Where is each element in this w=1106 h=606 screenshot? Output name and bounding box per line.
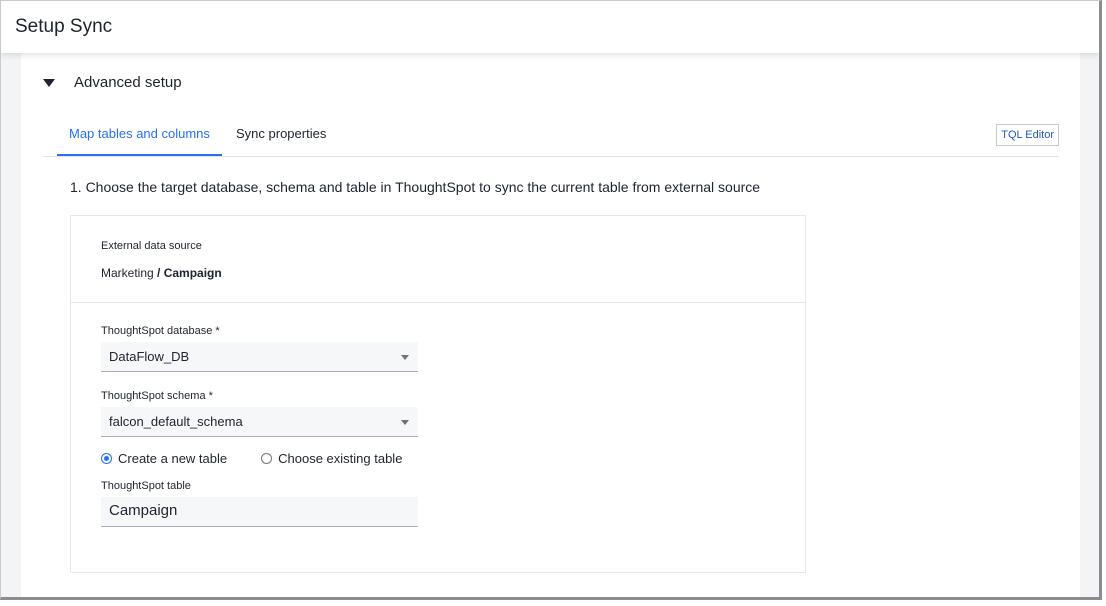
advanced-setup-toggle[interactable]: Advanced setup	[43, 74, 182, 91]
database-select[interactable]: DataFlow_DB	[101, 342, 418, 372]
step-instruction: 1. Choose the target database, schema an…	[70, 179, 761, 195]
page-title: Setup Sync	[15, 16, 113, 37]
source-database: Marketing	[101, 266, 154, 280]
schema-value: falcon_default_schema	[109, 414, 243, 429]
page-header: Setup Sync	[1, 1, 1099, 53]
source-table: Campaign	[163, 266, 222, 280]
content-panel: Advanced setup Map tables and columns Sy…	[21, 53, 1080, 597]
caret-down-icon	[43, 78, 55, 87]
source-label: External data source	[101, 240, 202, 252]
radio-label: Create a new table	[118, 451, 228, 466]
tql-editor-button[interactable]: TQL Editor	[996, 124, 1059, 146]
table-label: ThoughtSpot table	[101, 480, 191, 492]
tab-map-tables[interactable]: Map tables and columns	[57, 126, 222, 156]
radio-unchecked-icon	[261, 453, 273, 464]
radio-label: Choose existing table	[278, 451, 403, 466]
table-name-input[interactable]: Campaign	[101, 497, 418, 527]
window: Setup Sync Advanced setup Map tables and…	[0, 0, 1102, 600]
chevron-down-icon	[401, 420, 409, 425]
database-label: ThoughtSpot database *	[101, 325, 220, 337]
schema-select[interactable]: falcon_default_schema	[101, 407, 418, 437]
schema-label: ThoughtSpot schema *	[101, 390, 213, 402]
table-mode-radio-group: Create a new table Choose existing table	[101, 451, 775, 466]
chevron-down-icon	[401, 355, 409, 360]
radio-checked-icon	[101, 453, 112, 464]
source-value: Marketing / Campaign	[101, 266, 775, 280]
source-separator: /	[153, 266, 164, 280]
radio-create-new-table[interactable]: Create a new table	[101, 451, 227, 466]
tab-bar: Map tables and columns Sync properties T…	[43, 117, 1059, 157]
tab-sync-properties[interactable]: Sync properties	[224, 126, 338, 152]
database-value: DataFlow_DB	[109, 349, 190, 364]
target-form: ThoughtSpot database * DataFlow_DB Thoug…	[71, 303, 805, 549]
radio-choose-existing-table[interactable]: Choose existing table	[261, 451, 402, 466]
source-section: External data source Marketing / Campaig…	[71, 216, 805, 303]
mapping-card: External data source Marketing / Campaig…	[70, 215, 806, 573]
section-title: Advanced setup	[74, 74, 182, 91]
